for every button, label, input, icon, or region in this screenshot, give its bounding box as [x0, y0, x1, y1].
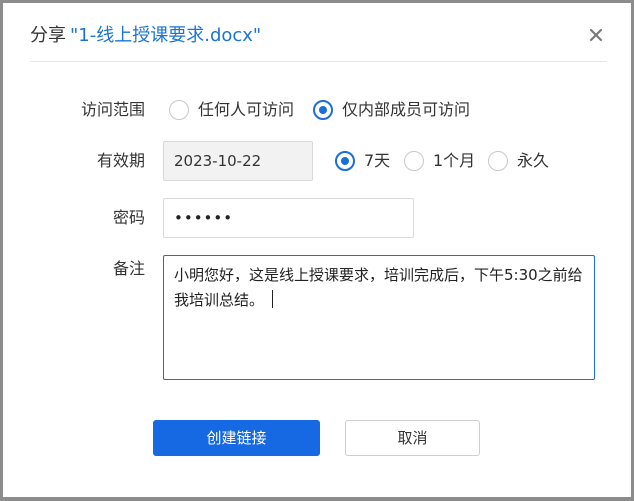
note-text: 小明您好，这是线上授课要求，培训完成后，下午5:30之前给我培训总结。	[174, 266, 583, 309]
title-divider	[30, 61, 607, 62]
radio-unchecked-icon[interactable]	[488, 151, 508, 171]
note-label: 备注	[112, 259, 145, 278]
password-input[interactable]: ••••••	[163, 198, 414, 238]
radio-unchecked-icon[interactable]	[169, 100, 189, 120]
validity-option-permanent[interactable]: 永久	[488, 150, 549, 172]
cancel-button[interactable]: 取消	[345, 420, 480, 456]
dialog-title: 分享 "1-线上授课要求.docx"	[30, 23, 261, 49]
radio-unchecked-icon[interactable]	[404, 151, 424, 171]
share-dialog: 分享 "1-线上授课要求.docx" 访问范围 任何人可访问 仅内部成员可访问 有…	[3, 3, 631, 497]
close-icon[interactable]	[585, 24, 607, 46]
access-option-anyone-label: 任何人可访问	[198, 100, 295, 119]
note-textarea[interactable]: 小明您好，这是线上授课要求，培训完成后，下午5:30之前给我培训总结。	[163, 255, 595, 380]
password-label: 密码	[112, 208, 145, 227]
radio-checked-icon[interactable]	[313, 100, 333, 120]
access-label: 访问范围	[80, 100, 145, 119]
validity-option-7days-label: 7天	[364, 151, 391, 170]
create-link-button[interactable]: 创建链接	[153, 420, 320, 456]
validity-label: 有效期	[96, 151, 145, 170]
access-option-internal[interactable]: 仅内部成员可访问	[313, 99, 470, 121]
radio-checked-icon[interactable]	[335, 151, 355, 171]
validity-option-1month[interactable]: 1个月	[404, 150, 475, 172]
validity-option-7days[interactable]: 7天	[335, 150, 390, 172]
dialog-title-prefix: 分享	[30, 25, 66, 46]
dialog-file-name: "1-线上授课要求.docx"	[70, 25, 262, 46]
access-option-internal-label: 仅内部成员可访问	[342, 100, 471, 119]
validity-option-1month-label: 1个月	[433, 151, 476, 170]
access-option-anyone[interactable]: 任何人可访问	[169, 99, 294, 121]
text-caret	[272, 290, 274, 308]
validity-date-field[interactable]: 2023-10-22	[163, 141, 313, 181]
validity-option-permanent-label: 永久	[517, 151, 550, 170]
